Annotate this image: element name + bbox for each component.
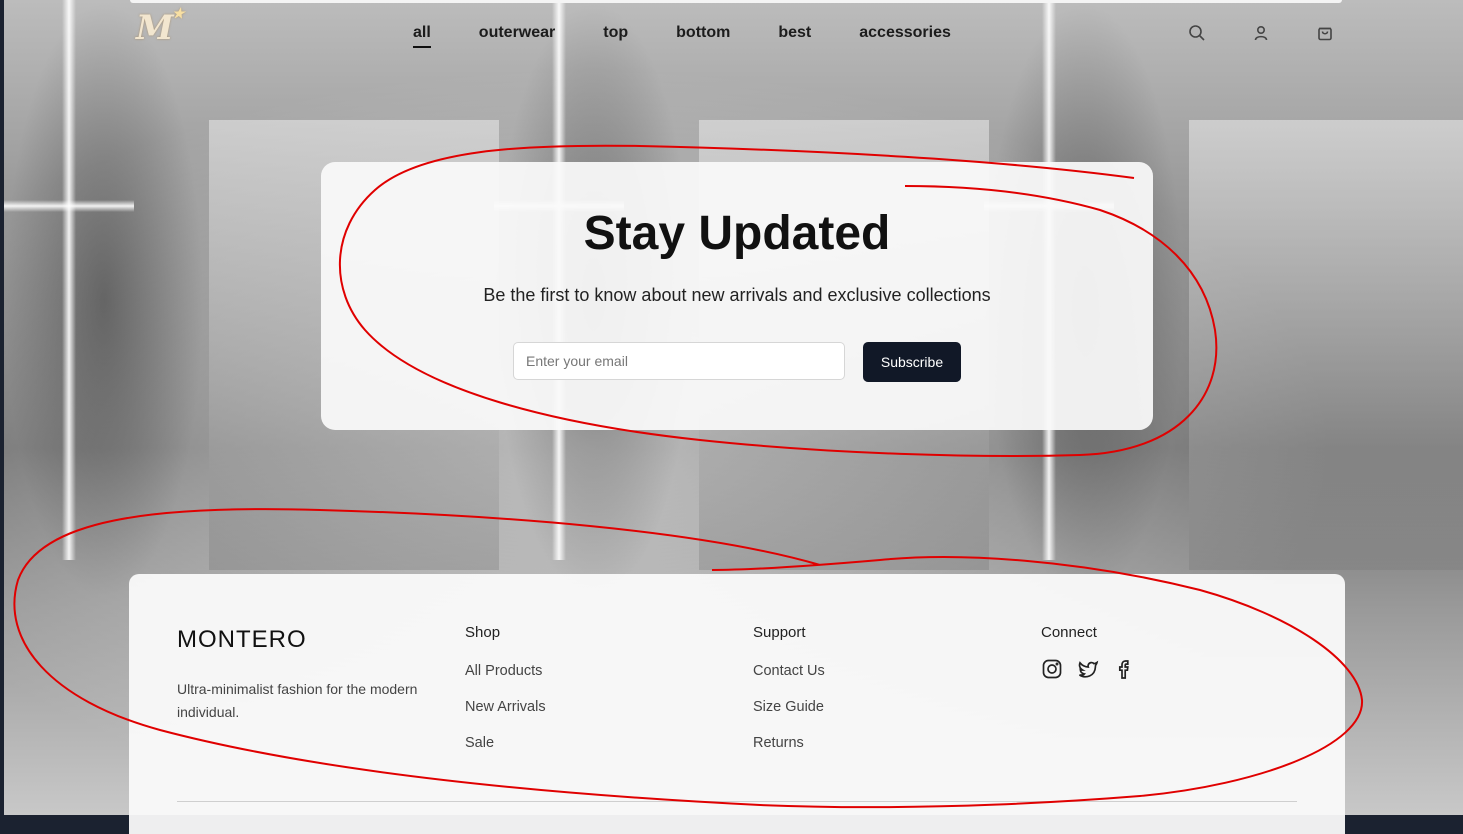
newsletter-subtitle: Be the first to know about new arrivals …	[483, 285, 991, 305]
newsletter-title: Stay Updated	[583, 207, 891, 260]
facebook-icon[interactable]	[1113, 658, 1135, 680]
footer-tagline: Ultra-minimalist fashion for the modern …	[177, 681, 418, 720]
nav-item-all[interactable]: all	[413, 24, 431, 48]
nav-item-outerwear[interactable]: outerwear	[479, 24, 555, 48]
user-icon[interactable]	[1252, 24, 1270, 42]
footer-heading: Shop	[465, 624, 501, 641]
nav-item-top[interactable]: top	[603, 24, 628, 48]
logo-star: ★	[172, 6, 184, 22]
email-input[interactable]	[513, 342, 845, 380]
twitter-icon[interactable]	[1077, 658, 1099, 680]
cart-icon[interactable]	[1316, 24, 1334, 42]
footer-heading: Connect	[1041, 624, 1097, 641]
newsletter-card: Stay Updated Be the first to know about …	[321, 162, 1153, 430]
footer-link-all-products[interactable]: All Products	[465, 663, 546, 680]
footer-brand: MONTERO	[177, 626, 307, 653]
footer-link-returns[interactable]: Returns	[753, 735, 825, 752]
nav-item-bottom[interactable]: bottom	[676, 24, 730, 48]
brand-logo[interactable]: M ★	[136, 6, 190, 54]
header-bar-edge	[130, 0, 1342, 3]
site-footer: MONTERO Ultra-minimalist fashion for the…	[129, 574, 1345, 834]
social-links	[1041, 658, 1135, 680]
instagram-icon[interactable]	[1041, 658, 1063, 680]
footer-heading: Support	[753, 624, 806, 641]
subscribe-button[interactable]: Subscribe	[863, 342, 961, 382]
footer-column-shop: Shop All Products New Arrivals Sale	[465, 624, 546, 771]
footer-link-contact-us[interactable]: Contact Us	[753, 663, 825, 680]
footer-divider	[177, 801, 1297, 802]
footer-column-support: Support Contact Us Size Guide Returns	[753, 624, 825, 771]
footer-link-size-guide[interactable]: Size Guide	[753, 699, 825, 716]
nav-item-best[interactable]: best	[778, 24, 811, 48]
footer-link-sale[interactable]: Sale	[465, 735, 546, 752]
footer-link-new-arrivals[interactable]: New Arrivals	[465, 699, 546, 716]
logo-letter: M	[136, 8, 174, 48]
search-icon[interactable]	[1188, 24, 1206, 42]
category-nav: all outerwear top bottom best accessorie…	[413, 24, 951, 48]
nav-item-accessories[interactable]: accessories	[859, 24, 951, 48]
